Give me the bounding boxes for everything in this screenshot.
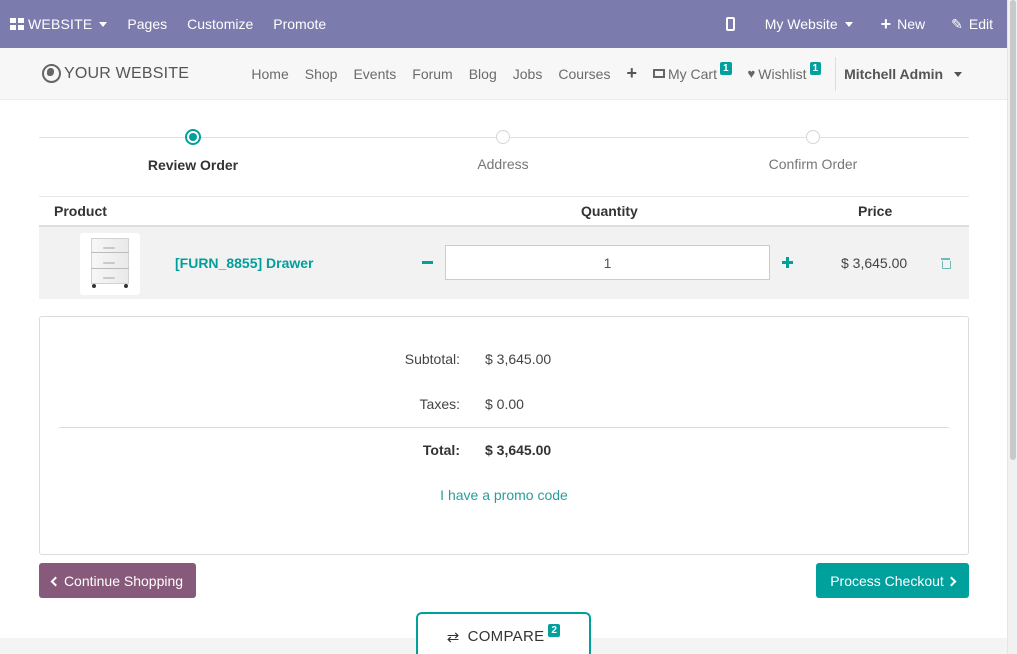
wishlist-label: Wishlist (758, 65, 807, 82)
heart-icon: ♥ (747, 66, 756, 81)
cart-label: My Cart (667, 65, 717, 82)
vertical-scrollbar[interactable] (1007, 0, 1017, 654)
add-menu-item-plus-icon[interactable]: + (618, 63, 645, 84)
plus-icon: + (880, 14, 892, 34)
process-checkout-button[interactable]: Process Checkout (816, 563, 969, 598)
order-summary: Subtotal: $ 3,645.00 Taxes: $ 0.00 Total… (39, 316, 969, 555)
edit-button[interactable]: ✎ Edit (939, 0, 1007, 48)
product-price: $ 3,645.00 (841, 255, 908, 271)
continue-shopping-button[interactable]: Continue Shopping (39, 563, 196, 598)
nav-item-jobs[interactable]: Jobs (505, 66, 551, 82)
subtotal-value: $ 3,645.00 (485, 351, 552, 367)
mobile-phone-icon (725, 17, 735, 31)
page: WEBSITE Pages Customize Promote My Websi… (0, 0, 1017, 654)
site-selector-label: My Website (764, 16, 838, 32)
user-menu-dropdown[interactable]: Mitchell Admin (844, 66, 962, 82)
nav-item-forum[interactable]: Forum (404, 66, 460, 82)
nav-item-blog[interactable]: Blog (461, 66, 505, 82)
wizard-step-confirm-order: Confirm Order (713, 127, 913, 172)
nav-item-shop[interactable]: Shop (297, 66, 346, 82)
compare-count-badge: 2 (548, 624, 561, 637)
checkout-progress-wizard: Review Order Address Confirm Order (39, 127, 969, 187)
user-name: Mitchell Admin (844, 65, 944, 82)
promo-code-link[interactable]: I have a promo code (40, 487, 968, 503)
step-dot (496, 130, 510, 144)
apps-menu-button[interactable]: WEBSITE (0, 0, 117, 48)
step-label: Review Order (147, 157, 239, 173)
step-label: Confirm Order (768, 156, 858, 172)
apps-grid-icon (10, 18, 24, 30)
shopping-cart-icon (652, 69, 665, 78)
taxes-label: Taxes: (419, 396, 460, 412)
taxes-value: $ 0.00 (485, 396, 524, 412)
nav-divider (835, 56, 837, 91)
exchange-arrows-icon: ⇄ (446, 629, 460, 646)
scrollbar-thumb[interactable] (1010, 0, 1016, 460)
caret-down-icon (844, 21, 853, 27)
caret-down-icon (99, 21, 108, 27)
apps-label: WEBSITE (28, 16, 93, 32)
column-header-price: Price (858, 203, 893, 219)
compare-button[interactable]: ⇄ COMPARE 2 (416, 612, 591, 654)
nav-item-events[interactable]: Events (345, 66, 404, 82)
column-header-quantity: Quantity (581, 203, 638, 219)
compare-label: COMPARE (467, 628, 545, 645)
decrease-quantity-minus-icon[interactable] (420, 252, 436, 272)
table-header: Product Quantity Price (39, 196, 969, 227)
nav-cart[interactable]: My Cart 1 (645, 62, 740, 82)
step-label: Address (477, 156, 529, 172)
total-value: $ 3,645.00 (485, 442, 552, 458)
nav-wishlist[interactable]: ♥ Wishlist 1 (740, 62, 830, 82)
step-dot (806, 130, 820, 144)
summary-divider (59, 427, 949, 428)
wizard-step-address: Address (403, 127, 603, 172)
step-dot-active (185, 129, 201, 145)
remove-item-trash-icon[interactable] (941, 258, 951, 269)
globe-icon (42, 64, 61, 83)
new-content-button[interactable]: + New (867, 0, 940, 48)
product-thumbnail[interactable] (80, 233, 140, 295)
site-logo[interactable]: YOUR WEBSITE (42, 64, 189, 83)
chevron-right-icon (946, 576, 957, 586)
menu-pages[interactable]: Pages (117, 0, 177, 48)
process-checkout-label: Process Checkout (830, 572, 944, 589)
cart-table: Product Quantity Price [FURN_8855] Drawe… (39, 196, 969, 299)
menu-customize[interactable]: Customize (177, 0, 263, 48)
logo-text: YOUR WEBSITE (64, 64, 190, 82)
drawer-product-image (88, 238, 132, 288)
chevron-left-icon (50, 576, 61, 586)
site-header: YOUR WEBSITE Home Shop Events Forum Blog… (0, 48, 1007, 100)
admin-bar: WEBSITE Pages Customize Promote My Websi… (0, 0, 1007, 48)
wizard-step-review-order: Review Order (93, 127, 293, 173)
mobile-preview-button[interactable] (712, 0, 757, 48)
continue-shopping-label: Continue Shopping (63, 572, 184, 589)
quantity-input[interactable] (445, 245, 770, 280)
total-label: Total: (422, 442, 460, 458)
column-header-product: Product (54, 203, 107, 219)
new-label: New (897, 16, 926, 32)
table-row: [FURN_8855] Drawer $ 3,645.00 (39, 227, 969, 299)
site-selector-dropdown[interactable]: My Website (757, 0, 867, 48)
menu-promote[interactable]: Promote (263, 0, 336, 48)
wishlist-count-badge: 1 (809, 62, 822, 75)
main-nav: Home Shop Events Forum Blog Jobs Courses… (243, 56, 1007, 91)
caret-down-icon (954, 72, 962, 78)
increase-quantity-plus-icon[interactable] (780, 252, 796, 272)
product-name-link[interactable]: [FURN_8855] Drawer (175, 255, 314, 271)
subtotal-label: Subtotal: (404, 351, 460, 367)
nav-item-home[interactable]: Home (243, 66, 296, 82)
nav-item-courses[interactable]: Courses (550, 66, 618, 82)
edit-label: Edit (968, 16, 993, 32)
pencil-icon: ✎ (951, 16, 963, 32)
cart-count-badge: 1 (719, 62, 732, 75)
